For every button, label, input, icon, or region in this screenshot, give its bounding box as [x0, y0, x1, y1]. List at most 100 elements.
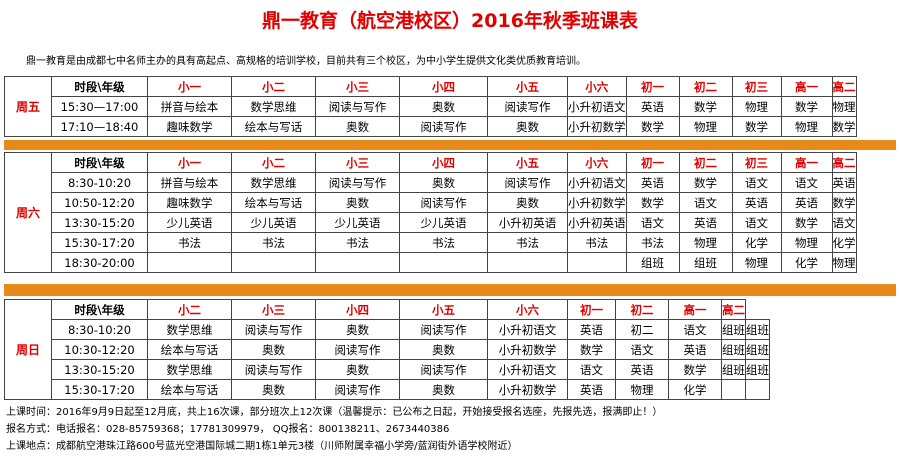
column-header: 时段\年级	[51, 76, 148, 97]
column-header: 小二	[231, 152, 316, 173]
course-cell: 小升初语文	[487, 319, 568, 340]
column-header: 小三	[231, 299, 316, 320]
column-header: 高二	[831, 152, 857, 173]
course-cell: 英语	[831, 172, 857, 193]
course-cell: 物理	[678, 232, 733, 253]
sunday-schedule-table: 周日 时段\年级 小二 小三 小四 小五 小六 初一 初二 高一 高二 8:30-10:20 数学思维阅…	[4, 299, 770, 400]
course-cell: 数学思维	[147, 319, 232, 340]
time-slot: 17:10—18:40	[51, 116, 148, 137]
course-cell: 初二	[615, 319, 669, 340]
course-cell: 数学	[831, 192, 857, 213]
course-cell: 语文	[731, 172, 782, 193]
intro-text: 鼎一教育是由成都七中名师主办的具有高起点、高规格的培训学校，目前共有三个校区，为…	[26, 56, 586, 67]
course-cell: 数学	[625, 192, 680, 213]
column-header: 小六	[487, 299, 568, 320]
course-cell: 物理	[731, 252, 782, 273]
table-row: 17:10—18:40 趣味数学 绘本与写话 奥数 阅读写作 奥数 小升初数学 数学 物理 数学物…	[5, 116, 857, 137]
page-title: 鼎一教育（航空港校区）2016年秋季班课表	[262, 10, 638, 32]
course-cell: 奥数	[231, 379, 316, 400]
course-cell: 书法	[487, 232, 568, 253]
column-header: 小六	[567, 152, 627, 173]
column-header: 时段\年级	[51, 152, 148, 173]
course-cell: 奥数	[315, 359, 400, 380]
column-header: 小四	[399, 76, 488, 97]
course-cell: 语文	[668, 319, 722, 340]
course-cell: 数学	[678, 96, 733, 117]
column-header: 初一	[625, 152, 680, 173]
column-header: 高一	[780, 76, 833, 97]
course-cell: 小升初语文	[567, 172, 627, 193]
footer-registration: 报名方式：电话报名：028-85759368；17781309979， QQ报名…	[6, 424, 450, 435]
table-row: 8:30-10:20 拼音与绘本 数学思维 阅读与写作 奥数 阅读写作 小升初语文 英语 数学语…	[5, 172, 857, 193]
course-cell: 阅读写作	[399, 192, 488, 213]
column-header: 初二	[678, 76, 733, 97]
course-cell: 数学思维	[147, 359, 232, 380]
course-cell: 数学	[731, 116, 782, 137]
course-cell: 阅读与写作	[231, 359, 316, 380]
course-cell: 小升初数学	[487, 379, 568, 400]
table-row: 15:30-17:20 绘本与写话 奥数 阅读写作 奥数 小升初数学 英语 物理 化学	[5, 379, 770, 400]
table-header-row: 周五 时段\年级 小一 小二 小三 小四 小五 小六 初一 初二 初三 高一 高二	[4, 76, 857, 137]
table-row: 15:30-17:20 书法 书法 书法 书法 书法 书法 书法 物理 化学 物理 化学	[5, 232, 857, 253]
course-cell: 语文	[831, 212, 857, 233]
time-slot: 10:30-12:20	[51, 339, 148, 360]
day-label: 周五	[4, 76, 52, 137]
column-header: 小五	[487, 152, 568, 173]
course-cell: 拼音与绘本	[147, 96, 232, 117]
course-cell: 少儿英语	[399, 212, 488, 233]
table-row: 10:30-12:20 绘本与写话 奥数 阅读写作 奥数 小升初数学 数学 语文 英语 组班 组班	[5, 339, 770, 360]
course-cell: 阅读与写作	[231, 319, 316, 340]
course-cell: 数学思维	[231, 96, 316, 117]
column-header: 初一	[625, 76, 680, 97]
column-header: 时段\年级	[51, 299, 148, 320]
course-cell: 物理	[780, 116, 833, 137]
course-cell: 英语	[668, 339, 722, 360]
table-row: 8:30-10:20 数学思维 阅读与写作 奥数 阅读写作 小升初语文 英语 初二 语文 组班 组班	[5, 319, 770, 340]
table-header-row: 周六 时段\年级 小一 小二 小三 小四 小五 小六 初一 初二 初三 高一 高二	[4, 152, 857, 273]
course-cell: 物理	[780, 232, 833, 253]
course-cell: 组班	[745, 359, 770, 380]
course-cell: 英语	[615, 359, 669, 380]
course-cell	[567, 252, 627, 273]
column-header: 小二	[231, 76, 316, 97]
time-slot: 18:30-20:00	[51, 252, 148, 273]
course-cell: 数学思维	[231, 172, 316, 193]
course-cell: 少儿英语	[147, 212, 232, 233]
course-cell: 组班	[721, 339, 746, 360]
course-cell: 奥数	[399, 96, 488, 117]
time-slot: 15:30—17:00	[51, 96, 148, 117]
course-cell: 绘本与写话	[147, 339, 232, 360]
course-cell: 英语	[625, 172, 680, 193]
course-cell: 阅读写作	[399, 319, 488, 340]
course-cell: 阅读写作	[315, 339, 400, 360]
course-cell: 数学	[780, 212, 833, 233]
column-header: 小四	[315, 299, 400, 320]
course-cell: 语文	[567, 359, 616, 380]
course-cell: 数学	[678, 172, 733, 193]
footer-location: 上课地点：成都航空港珠江路600号蓝光空港国际城二期1栋1单元3楼（川师附属幸福…	[6, 441, 518, 452]
column-header: 初二	[615, 299, 669, 320]
course-cell: 英语	[567, 319, 616, 340]
table-row: 18:30-20:00 组班 组班 物理 化学 物理	[5, 252, 857, 273]
course-cell: 语文	[780, 172, 833, 193]
course-cell: 英语	[678, 212, 733, 233]
course-cell: 组班	[745, 319, 770, 340]
course-cell: 绘本与写话	[231, 192, 316, 213]
separator-bar	[4, 140, 896, 150]
course-cell	[487, 252, 568, 273]
course-cell: 书法	[625, 232, 680, 253]
course-cell: 少儿英语	[231, 212, 316, 233]
course-cell: 书法	[399, 232, 488, 253]
column-header: 初一	[567, 299, 616, 320]
course-cell: 语文	[678, 192, 733, 213]
table-row: 10:50-12:20 趣味数学 绘本与写话 奥数 阅读写作 奥数 小升初数学 数学 语文 英语英…	[5, 192, 857, 213]
course-cell	[315, 252, 400, 273]
course-cell: 化学	[831, 232, 857, 253]
course-cell: 奥数	[487, 192, 568, 213]
column-header: 初二	[678, 152, 733, 173]
course-cell	[399, 252, 488, 273]
course-cell: 组班	[745, 339, 770, 360]
course-cell: 奥数	[231, 339, 316, 360]
column-header: 小四	[399, 152, 488, 173]
course-cell: 数学	[567, 339, 616, 360]
